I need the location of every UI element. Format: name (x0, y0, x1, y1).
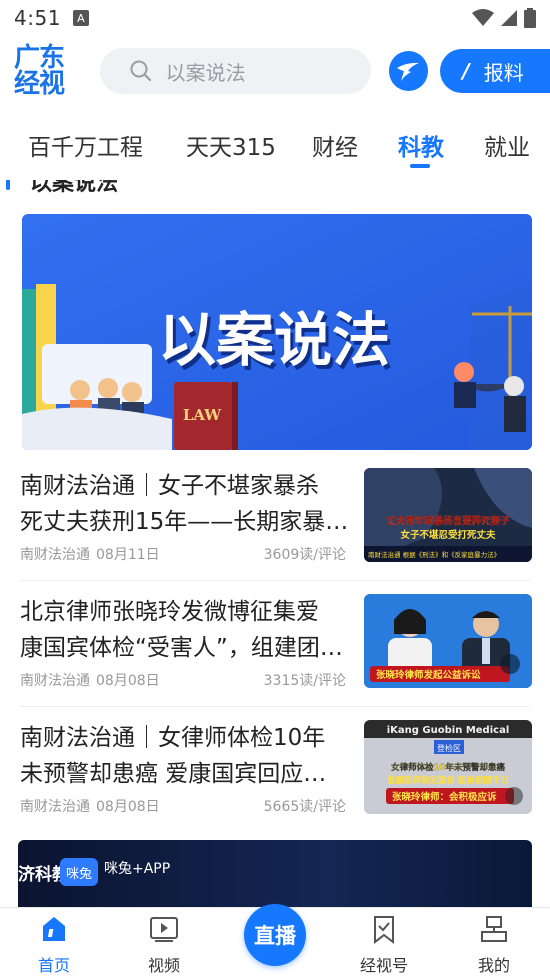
article-meta: 南财法治通 08月08日 3315读/评论 (20, 670, 346, 690)
article-source: 南财法治通 (20, 547, 90, 563)
notification-icon: A (72, 10, 89, 26)
feed-content: 以案说法 LAW 以案说法 以案说法 南财法治通｜女子不堪家暴杀 死丈夫获刑15… (0, 180, 550, 907)
nav-jingshi-label: 经视号 (359, 956, 408, 975)
tab-science-education[interactable]: 科教 (398, 128, 444, 162)
article-title: 北京律师张晓玲发微博征集爱 康国宾体检“受害人”，组建团… (20, 594, 350, 666)
thumbnail-image: 丈夫常年家暴扬言要弄死妻子 女子不堪忍受打死丈夫 南财法治通 根据《刑法》和《反… (364, 468, 532, 562)
jingshi-app-icon[interactable] (388, 51, 429, 91)
status-bar: 4:51 A (0, 0, 550, 36)
article-source: 南财法治通 (20, 799, 90, 815)
promo-logo: 咪兔 (60, 858, 98, 886)
article-title-line1: 南财法治通｜女律师体检10年 (20, 725, 326, 751)
bookmark-check-icon (374, 916, 394, 945)
nav-video-label: 视频 (147, 956, 180, 975)
nav-mine[interactable]: 我的 (454, 914, 534, 976)
article-title-line1: 南财法治通｜女子不堪家暴杀 (20, 473, 319, 499)
swoosh-icon (397, 62, 420, 81)
article-source: 南财法治通 (20, 673, 90, 689)
logo-line1: 广东 (14, 43, 65, 73)
article-item-2[interactable]: 北京律师张晓玲发微博征集爱 康国宾体检“受害人”，组建团… 南财法治通 08月0… (0, 584, 550, 708)
tab-employment[interactable]: 就业 (484, 128, 530, 162)
report-button[interactable]: / 报料 (440, 49, 550, 93)
active-tab-indicator (410, 164, 430, 168)
report-icon: / (462, 59, 470, 83)
thumbnail-line1: 女律师体检10年未预警却患癌 (391, 762, 505, 773)
article-thumbnail: 张晓玲律师发起公益诉讼 (364, 594, 532, 688)
thumbnail-caption: 张晓玲律师发起公益诉讼 (376, 669, 481, 681)
thumbnail-image: 张晓玲律师发起公益诉讼 (364, 594, 532, 688)
section-title: 以案说法 (30, 180, 119, 196)
signal-icon (501, 10, 517, 26)
thumbnail-line1: 丈夫常年家暴扬言要弄死妻子 (386, 515, 510, 527)
status-time: 4:51 (14, 6, 61, 30)
thumbnail-plate: 登检区 (437, 743, 461, 753)
article-title: 南财法治通｜女子不堪家暴杀 死丈夫获刑15年——长期家暴… (20, 468, 350, 540)
app-logo[interactable]: 广东 经视 (14, 41, 86, 101)
search-bar[interactable]: 以案说法 (99, 48, 371, 94)
search-icon (130, 60, 151, 82)
logo-line2: 经视 (14, 69, 65, 99)
article-title-line2: 死丈夫获刑15年——长期家暴… (20, 509, 349, 535)
banner-law-text: LAW (183, 406, 222, 424)
article-title-line1: 北京律师张晓玲发微博征集爱 (20, 599, 319, 625)
nav-video[interactable]: 视频 (124, 914, 204, 976)
thumbnail-caption: 张晓玲律师：会积极应诉 (392, 791, 497, 803)
banner-title: 以案说法 (158, 306, 390, 374)
topic-banner[interactable]: LAW 以案说法 以案说法 (22, 214, 532, 450)
live-button[interactable]: 直播 (244, 904, 306, 966)
bottom-navigation: 首页 视频 直播 经视号 我的 (0, 904, 550, 979)
search-placeholder: 以案说法 (165, 60, 246, 85)
tab-finance[interactable]: 财经 (312, 128, 358, 162)
channel-tabs: 百千万工程 天天315 财经 科教 就业 (0, 106, 550, 180)
article-thumbnail: iKang Guobin Medical 登检区 女律师体检10年未预警却患癌 … (364, 720, 532, 814)
home-icon (43, 917, 65, 941)
article-meta: 南财法治通 08月08日 5665读/评论 (20, 796, 346, 816)
article-reads: 5665读/评论 (263, 799, 346, 815)
nav-jingshi[interactable]: 经视号 (344, 914, 424, 976)
article-item-3[interactable]: 南财法治通｜女律师体检10年 未预警却患癌 爱康国宾回应… 南财法治通 08月0… (0, 710, 550, 834)
thumbnail-line2: 女子不堪忍受打死丈夫 (400, 529, 496, 541)
thumbnail-line2: 爱康国宾称无漏诊 起诉索赔千万 (387, 775, 509, 786)
article-title: 南财法治通｜女律师体检10年 未预警却患癌 爱康国宾回应… (20, 720, 350, 792)
wifi-icon (472, 9, 494, 26)
promo-banner[interactable]: 济科教 咪兔 咪兔+APP (18, 840, 532, 907)
article-reads: 3609读/评论 (263, 547, 346, 563)
nav-home[interactable]: 首页 (14, 914, 94, 976)
tab-bqw[interactable]: 百千万工程 (28, 128, 143, 162)
article-title-line2: 未预警却患癌 爱康国宾回应… (20, 761, 327, 787)
section-header: 以案说法 (0, 180, 118, 196)
article-meta: 南财法治通 08月11日 3609读/评论 (20, 544, 346, 564)
article-item-1[interactable]: 南财法治通｜女子不堪家暴杀 死丈夫获刑15年——长期家暴… 南财法治通 08月1… (0, 458, 550, 582)
article-date: 08月08日 (96, 799, 160, 815)
article-reads: 3315读/评论 (263, 673, 346, 689)
divider (20, 706, 530, 707)
banner-illustration: LAW 以案说法 以案说法 (22, 214, 532, 450)
nav-mine-label: 我的 (477, 956, 510, 975)
battery-icon (524, 8, 536, 28)
thumbnail-sign: iKang Guobin Medical (387, 725, 510, 736)
video-icon (150, 917, 178, 942)
nav-home-label: 首页 (37, 956, 70, 975)
article-title-line2: 康国宾体检“受害人”，组建团… (20, 635, 343, 661)
tab-315[interactable]: 天天315 (186, 128, 276, 162)
article-thumbnail: 丈夫常年家暴扬言要弄死妻子 女子不堪忍受打死丈夫 南财法治通 根据《刑法》和《反… (364, 468, 532, 562)
section-marker (6, 180, 10, 190)
report-label: 报料 (483, 60, 524, 85)
article-date: 08月08日 (96, 673, 160, 689)
status-icons (472, 8, 536, 28)
promo-app-text: 咪兔+APP (104, 861, 171, 877)
thumbnail-caption: 南财法治通 根据《刑法》和《反家庭暴力法》 (368, 550, 500, 559)
app-header: 广东 经视 以案说法 / 报料 (0, 36, 550, 106)
profile-icon (481, 916, 507, 942)
article-date: 08月11日 (96, 547, 160, 563)
thumbnail-image: iKang Guobin Medical 登检区 女律师体检10年未预警却患癌 … (364, 720, 532, 814)
divider (20, 580, 530, 581)
